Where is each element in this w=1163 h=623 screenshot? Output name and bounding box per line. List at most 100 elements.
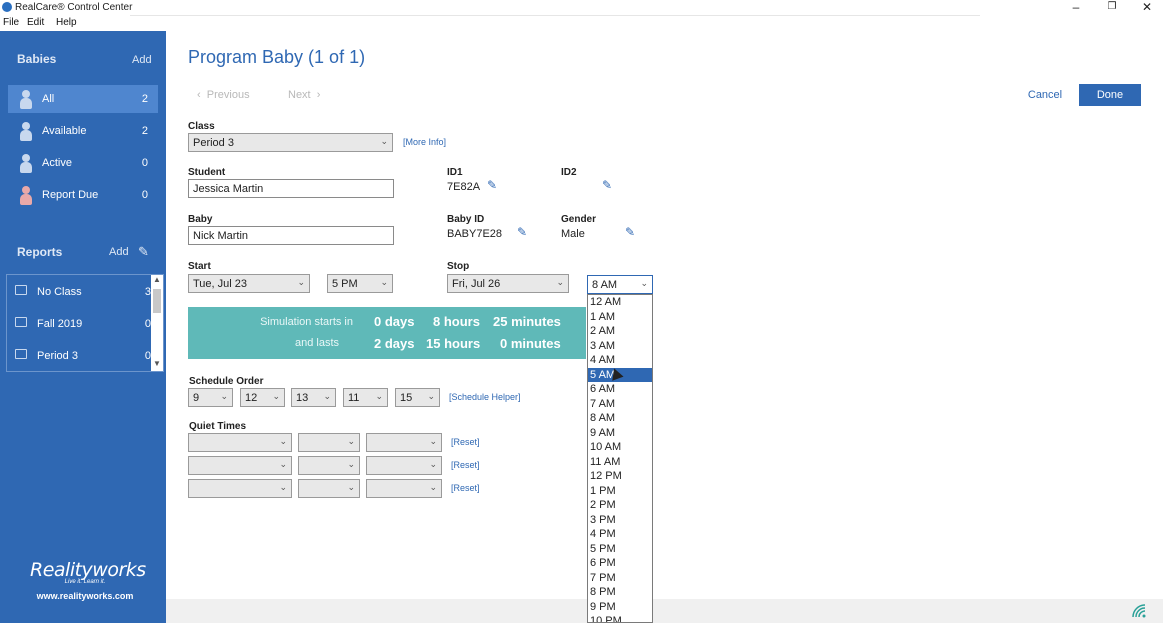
gender-label: Gender bbox=[561, 214, 597, 225]
reset-link-2[interactable]: [Reset] bbox=[451, 460, 480, 470]
chevron-down-icon: ⌄ bbox=[427, 391, 435, 401]
reset-link-3[interactable]: [Reset] bbox=[451, 483, 480, 493]
time-option[interactable]: 10 PM bbox=[588, 614, 652, 622]
chevron-down-icon: ⌄ bbox=[272, 391, 280, 401]
next-button[interactable]: Next › bbox=[288, 89, 320, 101]
sidebar-item-available[interactable]: Available 2 bbox=[8, 117, 158, 145]
menu-help[interactable]: Help bbox=[56, 17, 77, 28]
scroll-up-icon[interactable]: ▲ bbox=[151, 275, 163, 287]
time-option[interactable]: 2 PM bbox=[588, 498, 652, 513]
scroll-down-icon[interactable]: ▼ bbox=[151, 359, 163, 371]
edit-baby-id-pencil-icon[interactable]: ✎ bbox=[517, 225, 527, 239]
minimize-button[interactable]: – bbox=[1058, 0, 1094, 14]
time-option[interactable]: 11 AM bbox=[588, 455, 652, 470]
time-option[interactable]: 8 AM bbox=[588, 411, 652, 426]
scroll-thumb[interactable] bbox=[153, 289, 161, 313]
quiet-end-select-3[interactable]: ⌄ bbox=[366, 479, 442, 498]
sidebar-item-active[interactable]: Active 0 bbox=[8, 149, 158, 177]
cancel-button[interactable]: Cancel bbox=[1018, 84, 1072, 106]
time-option[interactable]: 12 PM bbox=[588, 469, 652, 484]
start-date-value: Tue, Jul 23 bbox=[193, 278, 248, 290]
time-option[interactable]: 9 PM bbox=[588, 600, 652, 615]
stop-time-dropdown-list[interactable]: 12 AM 1 AM 2 AM 3 AM 4 AM 5 AM 6 AM 7 AM 8 AM 9 A… bbox=[587, 294, 653, 623]
quiet-day-select-2[interactable]: ⌄ bbox=[188, 456, 292, 475]
time-option[interactable]: 5 PM bbox=[588, 542, 652, 557]
chevron-down-icon: ⌄ bbox=[279, 482, 287, 492]
report-item-fall-2019[interactable]: Fall 2019 0 bbox=[9, 309, 153, 337]
schedule-select-3[interactable]: 13 ⌄ bbox=[291, 388, 336, 407]
stop-date-select[interactable]: Fri, Jul 26 ⌄ bbox=[447, 274, 569, 293]
time-option[interactable]: 1 PM bbox=[588, 484, 652, 499]
schedule-select-5[interactable]: 15 ⌄ bbox=[395, 388, 440, 407]
previous-button[interactable]: ‹ Previous bbox=[197, 89, 250, 101]
time-option[interactable]: 2 AM bbox=[588, 324, 652, 339]
gender-value: Male bbox=[561, 228, 585, 240]
start-time-value: 5 PM bbox=[332, 278, 358, 290]
schedule-select-1[interactable]: 9 ⌄ bbox=[188, 388, 233, 407]
quiet-day-select-1[interactable]: ⌄ bbox=[188, 433, 292, 452]
report-item-period-3[interactable]: Period 3 0 bbox=[9, 341, 153, 369]
app-icon bbox=[2, 2, 12, 12]
quiet-start-select-3[interactable]: ⌄ bbox=[298, 479, 360, 498]
realityworks-logo: Realityworks Live it. Learn it. www.real… bbox=[30, 559, 146, 601]
menu-file[interactable]: File bbox=[3, 17, 19, 28]
quiet-start-select-1[interactable]: ⌄ bbox=[298, 433, 360, 452]
time-option[interactable]: 1 AM bbox=[588, 310, 652, 325]
reports-list: No Class 3 Fall 2019 0 Period 3 0 ▲ ▼ bbox=[6, 274, 164, 372]
logo-url[interactable]: www.realityworks.com bbox=[30, 591, 140, 601]
edit-id2-pencil-icon[interactable]: ✎ bbox=[602, 178, 612, 192]
reports-scrollbar[interactable]: ▲ ▼ bbox=[151, 275, 163, 371]
time-option[interactable]: 8 PM bbox=[588, 585, 652, 600]
start-label: Start bbox=[188, 261, 211, 272]
add-baby-button[interactable]: Add bbox=[132, 54, 152, 66]
lasts-label: and lasts bbox=[294, 337, 339, 349]
time-option[interactable]: 12 AM bbox=[588, 295, 652, 310]
folder-icon bbox=[15, 317, 27, 327]
time-option[interactable]: 6 AM bbox=[588, 382, 652, 397]
student-field[interactable]: Jessica Martin bbox=[188, 179, 394, 198]
time-option[interactable]: 4 AM bbox=[588, 353, 652, 368]
sidebar-item-count: 0 bbox=[141, 157, 148, 169]
time-option[interactable]: 10 AM bbox=[588, 440, 652, 455]
quiet-end-select-2[interactable]: ⌄ bbox=[366, 456, 442, 475]
more-info-link[interactable]: [More Info] bbox=[403, 137, 446, 147]
start-time-select[interactable]: 5 PM ⌄ bbox=[327, 274, 393, 293]
edit-gender-pencil-icon[interactable]: ✎ bbox=[625, 225, 635, 239]
report-item-no-class[interactable]: No Class 3 bbox=[9, 277, 153, 305]
chevron-down-icon: ⌄ bbox=[380, 136, 388, 146]
time-option[interactable]: 3 AM bbox=[588, 339, 652, 354]
sidebar-item-report-due[interactable]: Report Due 0 bbox=[8, 181, 158, 209]
chevron-down-icon: ⌄ bbox=[347, 482, 355, 492]
reports-header: Reports bbox=[17, 245, 63, 259]
schedule-value: 11 bbox=[348, 392, 360, 404]
lasts-days: 2 days bbox=[374, 336, 415, 351]
quiet-end-select-1[interactable]: ⌄ bbox=[366, 433, 442, 452]
time-option[interactable]: 7 AM bbox=[588, 397, 652, 412]
time-option[interactable]: 9 AM bbox=[588, 426, 652, 441]
time-option[interactable]: 3 PM bbox=[588, 513, 652, 528]
close-button[interactable]: ✕ bbox=[1129, 0, 1163, 14]
done-button[interactable]: Done bbox=[1079, 84, 1141, 106]
edit-id1-pencil-icon[interactable]: ✎ bbox=[487, 178, 497, 192]
schedule-select-2[interactable]: 12 ⌄ bbox=[240, 388, 285, 407]
edit-reports-pencil-icon[interactable]: ✎ bbox=[138, 244, 149, 260]
id2-label: ID2 bbox=[561, 167, 577, 178]
time-option[interactable]: 6 PM bbox=[588, 556, 652, 571]
start-date-select[interactable]: Tue, Jul 23 ⌄ bbox=[188, 274, 310, 293]
report-item-label: Fall 2019 bbox=[37, 318, 83, 330]
schedule-select-4[interactable]: 11 ⌄ bbox=[343, 388, 388, 407]
stop-time-select[interactable]: 8 AM ⌄ bbox=[587, 275, 653, 294]
restore-button[interactable]: ❐ bbox=[1094, 0, 1130, 14]
chevron-down-icon: ⌄ bbox=[347, 459, 355, 469]
sidebar-item-all[interactable]: All 2 bbox=[8, 85, 158, 113]
baby-name-field[interactable]: Nick Martin bbox=[188, 226, 394, 245]
menu-edit[interactable]: Edit bbox=[27, 17, 44, 28]
class-select[interactable]: Period 3 ⌄ bbox=[188, 133, 393, 152]
reset-link-1[interactable]: [Reset] bbox=[451, 437, 480, 447]
time-option[interactable]: 7 PM bbox=[588, 571, 652, 586]
schedule-helper-link[interactable]: [Schedule Helper] bbox=[449, 392, 521, 402]
quiet-start-select-2[interactable]: ⌄ bbox=[298, 456, 360, 475]
add-report-button[interactable]: Add bbox=[109, 246, 129, 258]
quiet-day-select-3[interactable]: ⌄ bbox=[188, 479, 292, 498]
time-option[interactable]: 4 PM bbox=[588, 527, 652, 542]
